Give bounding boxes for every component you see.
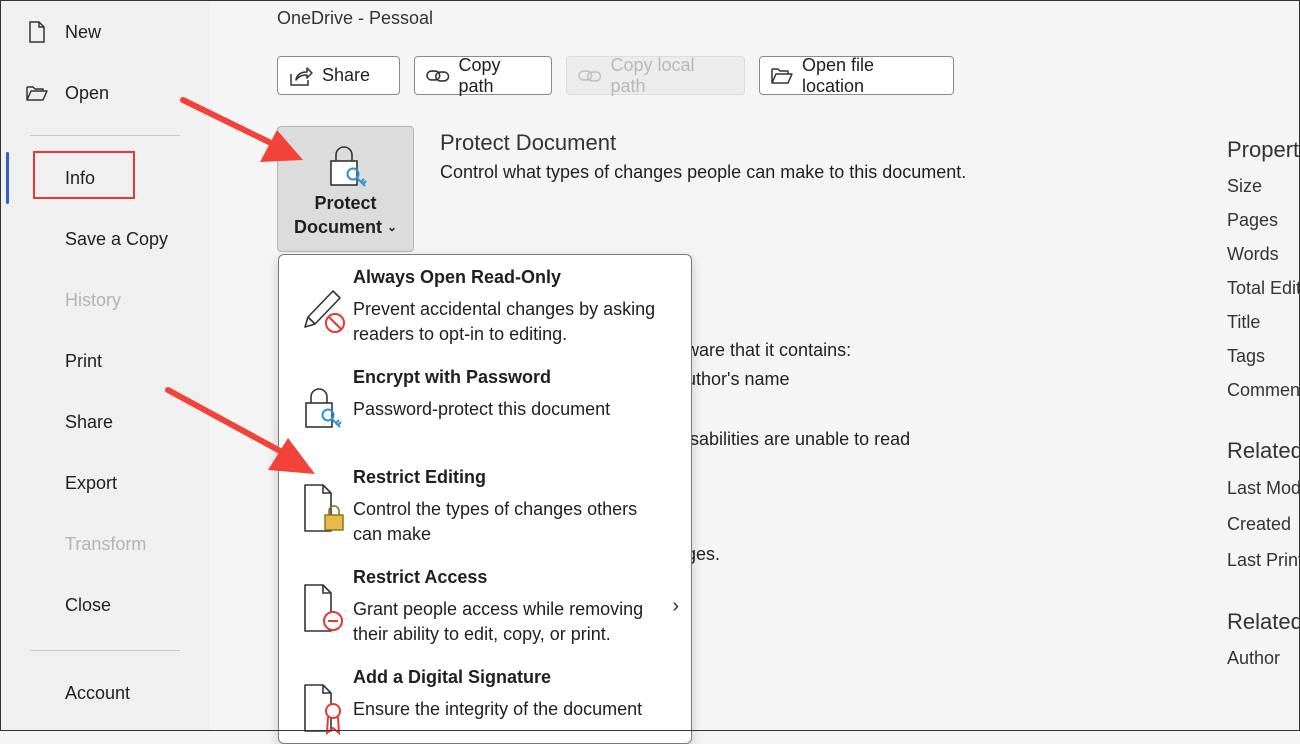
copy-local-path-button: Copy local path (566, 54, 745, 96)
open-file-location-button[interactable]: Open file location (759, 54, 954, 96)
sidebar-item-save-a-copy[interactable]: Save a Copy (65, 224, 168, 254)
file-location: OneDrive - Pessoal (277, 8, 434, 28)
sidebar-item-share[interactable]: Share (65, 407, 113, 437)
folder-open-icon (26, 86, 48, 101)
property-label: Total Edit (1227, 278, 1300, 298)
sidebar-item-label: Account (65, 683, 131, 703)
share-icon (290, 66, 313, 86)
copy-path-label: Copy path (458, 54, 501, 96)
related-dates-heading: Related (1227, 438, 1300, 463)
sidebar-item-close[interactable]: Close (65, 590, 111, 620)
open-file-location-label: Open file location (801, 54, 875, 96)
folder-open-icon (771, 67, 793, 84)
menu-item-title: Restrict Access (353, 567, 488, 587)
inspect-text-fragment: isabilities are unable to read (686, 429, 911, 449)
sidebar-item-label: Share (65, 412, 114, 432)
sidebar-item-history: History (65, 285, 121, 315)
property-label: Author (1227, 648, 1281, 668)
sidebar-item-label: New (65, 22, 102, 42)
sidebar-item-new[interactable]: New (29, 17, 102, 47)
sidebar-item-label: History (65, 290, 122, 310)
menu-item-description: Password-protect this document (353, 399, 611, 419)
menu-item-description: Ensure the integrity of the document (353, 699, 643, 719)
properties-heading: Propert (1227, 137, 1300, 162)
protect-document-title: Protect Document (440, 130, 617, 155)
sidebar-item-label: Close (65, 595, 112, 615)
sidebar-item-label: Export (65, 473, 118, 493)
property-label: Commen (1227, 380, 1300, 400)
menu-item-always-open-read-only[interactable]: Always Open Read-Only Prevent accidental… (279, 255, 691, 355)
sidebar-item-label: Print (65, 351, 103, 371)
menu-item-description: Prevent accidental changes by asking rea… (353, 299, 656, 344)
menu-item-title: Add a Digital Signature (353, 667, 552, 687)
chevron-down-icon: ⌄ (386, 220, 398, 234)
menu-item-title: Always Open Read-Only (353, 267, 562, 287)
protect-document-description: Control what types of changes people can… (440, 162, 967, 182)
share-button-label: Share (322, 65, 371, 85)
sidebar-item-label: Save a Copy (65, 229, 169, 249)
document-restricted-icon (304, 584, 343, 632)
property-label: Pages (1227, 210, 1279, 230)
pencil-prohibited-icon (304, 290, 345, 333)
inspect-text-fragment: ware that it contains: (686, 340, 852, 360)
property-label: Last Mod (1227, 478, 1300, 498)
sidebar-item-print[interactable]: Print (65, 346, 102, 376)
sidebar-item-export[interactable]: Export (65, 468, 117, 498)
sidebar-item-label: Transform (65, 534, 147, 554)
related-people-heading: Related (1227, 609, 1300, 634)
new-document-icon (29, 21, 45, 43)
backstage-sidebar: New Open Info Save a Copy History Print … (0, 0, 210, 731)
property-label: Last Print (1227, 550, 1300, 570)
sidebar-item-label: Open (65, 83, 110, 103)
property-label: Created (1227, 514, 1292, 534)
lock-key-icon (330, 146, 367, 187)
menu-item-encrypt-with-password[interactable]: Encrypt with Password Password-protect t… (279, 355, 691, 455)
copy-local-path-label: Copy local path (610, 54, 695, 96)
share-button[interactable]: Share (277, 56, 400, 95)
property-label: Tags (1227, 346, 1266, 366)
sidebar-item-open[interactable]: Open (26, 78, 110, 108)
sidebar-divider (30, 650, 180, 651)
sidebar-item-account[interactable]: Account (65, 678, 130, 708)
protect-document-menu: Always Open Read-Only Prevent accidental… (278, 254, 692, 744)
sidebar-item-label: Info (65, 168, 96, 188)
inspect-text-fragment: uthor's name (686, 369, 790, 389)
menu-item-description: Control the types of changes others can … (353, 499, 638, 544)
document-ribbon-icon (304, 684, 341, 736)
copy-path-button[interactable]: Copy path (414, 54, 552, 96)
sidebar-item-info[interactable]: Info (65, 163, 95, 193)
active-indicator (6, 152, 9, 204)
link-icon (578, 69, 602, 82)
property-label: Title (1227, 312, 1261, 332)
protect-document-button[interactable]: Protect Document ⌄ (277, 126, 414, 252)
lock-key-icon (305, 388, 342, 428)
menu-item-title: Restrict Editing (353, 467, 487, 487)
property-label: Size (1227, 176, 1263, 196)
menu-item-description: Grant people access while removing their… (353, 599, 644, 644)
document-lock-icon (304, 484, 344, 532)
chevron-right-icon: › (672, 595, 679, 617)
protect-document-label: Protect Document ⌄ (293, 193, 398, 237)
property-label: Words (1227, 244, 1279, 264)
sidebar-item-transform: Transform (65, 529, 146, 559)
link-icon (426, 69, 450, 82)
menu-item-restrict-editing[interactable]: Restrict Editing Control the types of ch… (279, 455, 691, 555)
menu-item-restrict-access[interactable]: Restrict Access Grant people access whil… (279, 555, 691, 655)
sidebar-divider (30, 135, 180, 136)
menu-item-title: Encrypt with Password (353, 367, 552, 387)
properties-panel: Propert Size Pages Words Total Edit Titl… (1227, 0, 1300, 731)
